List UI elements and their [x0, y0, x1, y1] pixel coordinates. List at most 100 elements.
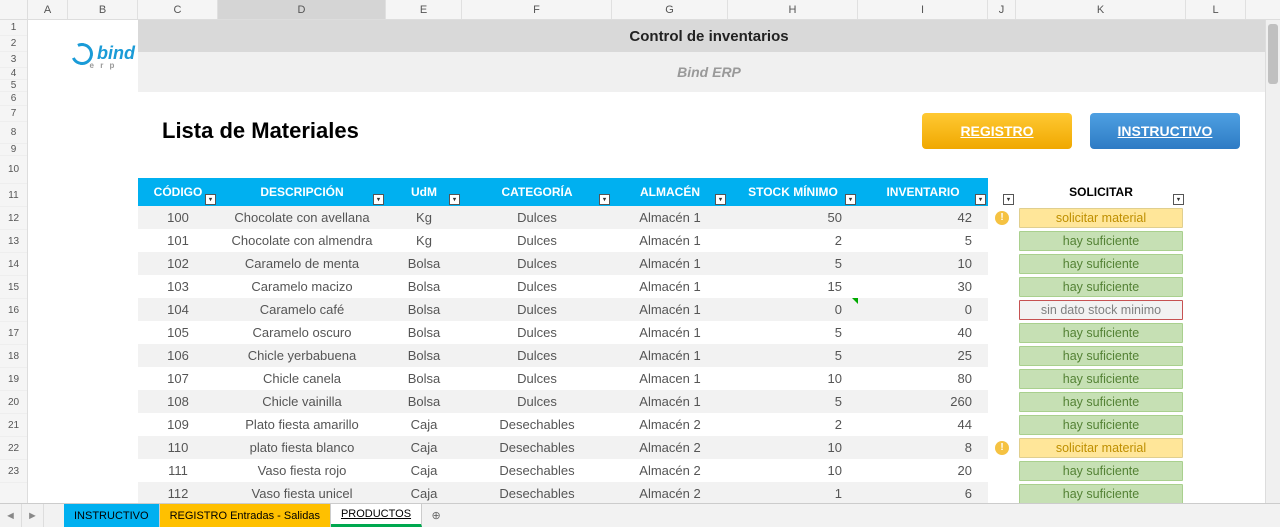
- table-row[interactable]: 106Chicle yerbabuenaBolsaDulcesAlmacén 1…: [28, 344, 1280, 367]
- row-header-21[interactable]: 21: [0, 414, 27, 437]
- cell-almacen[interactable]: Almacén 1: [612, 321, 728, 344]
- table-row[interactable]: 108Chicle vainillaBolsaDulcesAlmacén 152…: [28, 390, 1280, 413]
- table-row[interactable]: 109Plato fiesta amarilloCajaDesechablesA…: [28, 413, 1280, 436]
- col-header-L[interactable]: L: [1186, 0, 1246, 19]
- cell-almacen[interactable]: Almacén 1: [612, 252, 728, 275]
- row-header-1[interactable]: 1: [0, 20, 27, 36]
- cell-categoria[interactable]: Dulces: [462, 390, 612, 413]
- cell-codigo[interactable]: 106: [138, 344, 218, 367]
- cell-codigo[interactable]: 104: [138, 298, 218, 321]
- cell-udm[interactable]: Caja: [386, 413, 462, 436]
- cell-inventario[interactable]: 0: [858, 298, 988, 321]
- cell-codigo[interactable]: 112: [138, 482, 218, 503]
- filter-icon[interactable]: ▾: [599, 194, 610, 205]
- cell-almacen[interactable]: Almacén 1: [612, 229, 728, 252]
- cell-almacen[interactable]: Almacén 2: [612, 482, 728, 503]
- cell-solicitar[interactable]: hay suficiente: [1016, 252, 1186, 275]
- cell-stockmin[interactable]: 10: [728, 436, 858, 459]
- cell-inventario[interactable]: 260: [858, 390, 988, 413]
- table-row[interactable]: 100Chocolate con avellanaKgDulcesAlmacén…: [28, 206, 1280, 229]
- cell-descripcion[interactable]: Chicle yerbabuena: [218, 344, 386, 367]
- cell-descripcion[interactable]: Caramelo macizo: [218, 275, 386, 298]
- cell-descripcion[interactable]: Chicle canela: [218, 367, 386, 390]
- row-header-13[interactable]: 13: [0, 230, 27, 253]
- th-stockmin[interactable]: STOCK MÍNIMO▾: [728, 178, 858, 206]
- cell[interactable]: [28, 20, 68, 92]
- tab-registro[interactable]: REGISTRO Entradas - Salidas: [160, 504, 331, 527]
- cell-descripcion[interactable]: Chocolate con avellana: [218, 206, 386, 229]
- cell-almacen[interactable]: Almacén 1: [612, 206, 728, 229]
- cell-inventario[interactable]: 44: [858, 413, 988, 436]
- cell-categoria[interactable]: Dulces: [462, 275, 612, 298]
- cell-codigo[interactable]: 100: [138, 206, 218, 229]
- cell-descripcion[interactable]: Vaso fiesta unicel: [218, 482, 386, 503]
- table-row[interactable]: 105Caramelo oscuroBolsaDulcesAlmacén 154…: [28, 321, 1280, 344]
- filter-icon[interactable]: ▾: [975, 194, 986, 205]
- col-header-E[interactable]: E: [386, 0, 462, 19]
- cell-inventario[interactable]: 42: [858, 206, 988, 229]
- cell-categoria[interactable]: Dulces: [462, 321, 612, 344]
- th-descripcion[interactable]: DESCRIPCIÓN▾: [218, 178, 386, 206]
- filter-icon[interactable]: ▾: [373, 194, 384, 205]
- row-header-12[interactable]: 12: [0, 207, 27, 230]
- cell-solicitar[interactable]: solicitar material: [1016, 206, 1186, 229]
- cell-stockmin[interactable]: 0: [728, 298, 858, 321]
- cell-almacen[interactable]: Almacen 1: [612, 367, 728, 390]
- cell-codigo[interactable]: 107: [138, 367, 218, 390]
- row-header-2[interactable]: 2: [0, 36, 27, 52]
- cell-inventario[interactable]: 5: [858, 229, 988, 252]
- cell-descripcion[interactable]: Caramelo de menta: [218, 252, 386, 275]
- cell-udm[interactable]: Bolsa: [386, 321, 462, 344]
- row-header-14[interactable]: 14: [0, 253, 27, 276]
- cell-inventario[interactable]: 30: [858, 275, 988, 298]
- row-header-9[interactable]: 9: [0, 144, 27, 156]
- cell-inventario[interactable]: 40: [858, 321, 988, 344]
- cell-almacen[interactable]: Almacén 1: [612, 298, 728, 321]
- cell-inventario[interactable]: 10: [858, 252, 988, 275]
- cell-solicitar[interactable]: hay suficiente: [1016, 321, 1186, 344]
- col-header-A[interactable]: A: [28, 0, 68, 19]
- table-row[interactable]: 101Chocolate con almendraKgDulcesAlmacén…: [28, 229, 1280, 252]
- cell-solicitar[interactable]: sin dato stock minimo: [1016, 298, 1186, 321]
- cell-udm[interactable]: Bolsa: [386, 344, 462, 367]
- cell-stockmin[interactable]: 5: [728, 252, 858, 275]
- cell-solicitar[interactable]: hay suficiente: [1016, 413, 1186, 436]
- cell-udm[interactable]: Bolsa: [386, 252, 462, 275]
- table-row[interactable]: 112Vaso fiesta unicelCajaDesechablesAlma…: [28, 482, 1280, 503]
- cell-almacen[interactable]: Almacén 2: [612, 413, 728, 436]
- cell-codigo[interactable]: 108: [138, 390, 218, 413]
- cell-stockmin[interactable]: 2: [728, 413, 858, 436]
- cell-categoria[interactable]: Dulces: [462, 298, 612, 321]
- cell-solicitar[interactable]: solicitar material: [1016, 436, 1186, 459]
- th-udm[interactable]: UdM▾: [386, 178, 462, 206]
- cell-stockmin[interactable]: 10: [728, 367, 858, 390]
- row-header-6[interactable]: 6: [0, 92, 27, 106]
- row-header-3[interactable]: 3: [0, 52, 27, 68]
- cell-almacen[interactable]: Almacén 1: [612, 344, 728, 367]
- cell-stockmin[interactable]: 50: [728, 206, 858, 229]
- cell-categoria[interactable]: Dulces: [462, 206, 612, 229]
- cell-stockmin[interactable]: 5: [728, 321, 858, 344]
- filter-icon[interactable]: ▾: [715, 194, 726, 205]
- row-header-19[interactable]: 19: [0, 368, 27, 391]
- cell-inventario[interactable]: 6: [858, 482, 988, 503]
- cell-almacen[interactable]: Almacén 1: [612, 275, 728, 298]
- cell-udm[interactable]: Bolsa: [386, 298, 462, 321]
- filter-icon[interactable]: ▾: [845, 194, 856, 205]
- cell-codigo[interactable]: 109: [138, 413, 218, 436]
- row-header-7[interactable]: 7: [0, 106, 27, 122]
- th-solicitar[interactable]: SOLICITAR▾: [1016, 178, 1186, 206]
- cell-udm[interactable]: Bolsa: [386, 275, 462, 298]
- cell-solicitar[interactable]: hay suficiente: [1016, 367, 1186, 390]
- row-header-8[interactable]: 8: [0, 122, 27, 144]
- col-header-H[interactable]: H: [728, 0, 858, 19]
- cell-udm[interactable]: Bolsa: [386, 390, 462, 413]
- cell-udm[interactable]: Caja: [386, 436, 462, 459]
- col-header-B[interactable]: B: [68, 0, 138, 19]
- cell-almacen[interactable]: Almacén 2: [612, 436, 728, 459]
- cell-solicitar[interactable]: hay suficiente: [1016, 390, 1186, 413]
- table-row[interactable]: 102Caramelo de mentaBolsaDulcesAlmacén 1…: [28, 252, 1280, 275]
- table-row[interactable]: 107Chicle canelaBolsaDulcesAlmacen 11080…: [28, 367, 1280, 390]
- cell-inventario[interactable]: 20: [858, 459, 988, 482]
- row-header-11[interactable]: 11: [0, 184, 27, 207]
